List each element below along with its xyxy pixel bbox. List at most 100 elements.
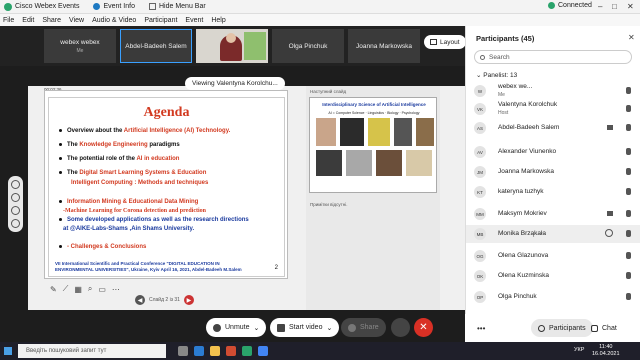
participant-name: Olena Glazunova (498, 252, 549, 259)
chat-label: Chat (602, 324, 617, 332)
mic-icon[interactable] (626, 272, 631, 279)
chat-button[interactable]: Chat (584, 319, 624, 337)
previous-slide-button[interactable]: ◀ (135, 295, 145, 305)
pen-icon[interactable]: ✎ (50, 285, 57, 294)
menu-participant[interactable]: Participant (144, 17, 177, 24)
participant-role: Host (498, 110, 509, 116)
share-button[interactable]: Share (341, 318, 386, 337)
participant-row[interactable]: VK Valentyna Korolchuk Host (466, 100, 640, 118)
panelist-section-header[interactable]: ⌄ Panelist: 13 (476, 71, 517, 79)
subtitles-icon[interactable]: ▭ (98, 285, 106, 294)
grid-icon[interactable]: ▦ (74, 285, 82, 294)
unmute-button[interactable]: Unmute ⌄ (206, 318, 267, 337)
more-options-icon[interactable] (605, 229, 613, 237)
participant-row[interactable]: OP Olga Pinchuk (466, 288, 640, 306)
info-icon[interactable] (93, 3, 101, 10)
bullet-icon (59, 156, 62, 160)
mic-icon[interactable] (626, 293, 631, 300)
slide-counter: Слайд 2 із 31 (149, 297, 180, 303)
menu-view[interactable]: View (69, 17, 84, 24)
menu-event[interactable]: Event (185, 17, 203, 24)
layout-button[interactable]: Layout (424, 35, 466, 49)
camera-icon[interactable] (607, 125, 613, 130)
mic-icon[interactable] (626, 252, 631, 259)
video-tile[interactable]: Olga Pinchuk (272, 29, 344, 63)
mic-icon[interactable] (626, 105, 631, 112)
layout-icon (430, 39, 437, 45)
title-bar: Cisco Webex Events Event Info Hide Menu … (0, 0, 640, 14)
participant-row[interactable]: OG Olena Glazunova (466, 247, 640, 265)
preview-image (346, 150, 372, 176)
participant-search-input[interactable]: Search (474, 50, 632, 64)
mic-icon[interactable] (626, 148, 631, 155)
mic-icon[interactable] (626, 188, 631, 195)
chevron-down-icon[interactable]: ⌄ (326, 324, 332, 332)
close-button[interactable]: ✕ (627, 2, 634, 11)
mic-icon[interactable] (626, 210, 631, 217)
webex-taskbar-icon[interactable] (242, 346, 252, 356)
avatar: MM (474, 208, 486, 220)
more-button[interactable]: ••• (477, 324, 485, 333)
video-tile[interactable]: Joanna Markowska (348, 29, 420, 63)
leave-meeting-button[interactable]: ✕ (414, 318, 433, 337)
clock-date: 16.04.2021 (592, 351, 620, 358)
event-info-button[interactable]: Event Info (103, 3, 135, 10)
mic-icon[interactable] (626, 230, 631, 237)
zoom-icon[interactable]: ⌕ (88, 284, 92, 294)
start-video-button[interactable]: Start video ⌄ (270, 318, 340, 337)
chevron-down-icon[interactable]: ⌄ (254, 324, 260, 332)
preview-image (406, 150, 432, 176)
search-placeholder: Search (489, 53, 510, 61)
edge-icon[interactable] (194, 346, 204, 356)
annotate-icon[interactable] (11, 206, 20, 215)
menu-bar-icon[interactable] (148, 3, 156, 10)
minimize-button[interactable]: – (598, 2, 602, 11)
powerpoint-icon[interactable] (226, 346, 236, 356)
participant-row[interactable]: AV Alexander Viunenko (466, 143, 640, 161)
panel-close-button[interactable]: ✕ (628, 33, 635, 42)
video-tile-live[interactable] (196, 29, 268, 63)
slide-bullet: The Digital Smart Learning Systems & Edu… (59, 170, 206, 176)
menu-file[interactable]: File (3, 17, 14, 24)
mic-icon[interactable] (626, 168, 631, 175)
more-icon[interactable]: ⋯ (112, 285, 120, 294)
participant-role: Me (498, 92, 505, 98)
menu-help[interactable]: Help (211, 17, 225, 24)
recorder-icon[interactable] (391, 318, 410, 337)
menu-edit[interactable]: Edit (22, 17, 34, 24)
windows-start-icon[interactable] (4, 347, 12, 355)
pointer-icon[interactable] (11, 219, 20, 228)
menu-audio-video[interactable]: Audio & Video (92, 17, 136, 24)
zoom-in-icon[interactable] (11, 180, 20, 189)
menu-share[interactable]: Share (42, 17, 61, 24)
explorer-icon[interactable] (210, 346, 220, 356)
taskbar-clock[interactable]: 11:40 16.04.2021 (592, 344, 620, 358)
maximize-button[interactable]: □ (612, 2, 617, 11)
hide-menu-bar-button[interactable]: Hide Menu Bar (159, 3, 206, 10)
participant-row[interactable]: MM Maksym Mokriev (466, 205, 640, 223)
video-tile[interactable]: webex webex Me (44, 29, 116, 63)
laser-icon[interactable]: ⟋ (63, 284, 69, 294)
next-slide-button[interactable]: ▶ (183, 295, 194, 305)
connection-status[interactable]: Connected (548, 2, 592, 9)
participant-row[interactable]: OK Olena Kuzminska (466, 267, 640, 285)
preview-image (416, 118, 434, 146)
participant-row[interactable]: MB Monika Brząkała (466, 225, 640, 243)
chrome-icon[interactable] (258, 346, 268, 356)
participant-row[interactable]: KT kateryna tuzhyk (466, 183, 640, 201)
language-indicator[interactable]: УКР (574, 347, 584, 353)
participant-row[interactable]: JM Joanna Markowska (466, 163, 640, 181)
video-tile-active[interactable]: Abdel-Badeeh Salem (120, 29, 192, 63)
mic-icon[interactable] (626, 124, 631, 131)
participant-row[interactable]: AS Abdel-Badeeh Salem (466, 119, 640, 137)
participant-name: Monika Brząkała (498, 230, 547, 237)
start-video-label: Start video (289, 324, 323, 331)
task-view-icon[interactable] (178, 346, 188, 356)
mic-icon[interactable] (626, 87, 631, 94)
participant-name: Maksym Mokriev (498, 210, 547, 217)
participant-row[interactable]: W webex we... Me (466, 82, 640, 100)
taskbar-search-input[interactable]: Введіть пошуковий запит тут (18, 344, 166, 358)
app-title: Cisco Webex Events (15, 3, 80, 10)
zoom-out-icon[interactable] (11, 193, 20, 202)
camera-icon[interactable] (607, 211, 613, 216)
